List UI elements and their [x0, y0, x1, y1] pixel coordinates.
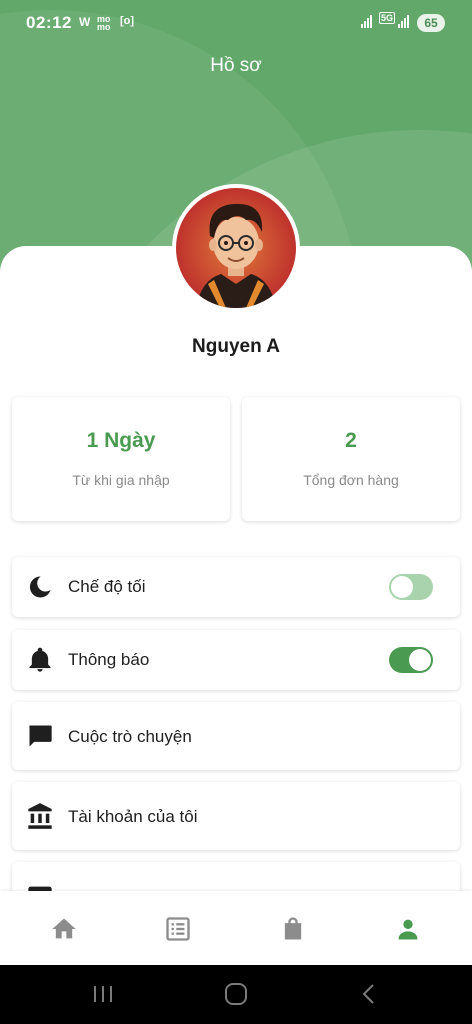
status-time: 02:12	[26, 13, 72, 32]
menu-item-chat[interactable]: Cuộc trò chuyện	[12, 702, 460, 770]
stat-card-orders: 2 Tổng đơn hàng	[242, 397, 460, 521]
dark-mode-toggle[interactable]	[389, 574, 433, 600]
notification-momo-icon: mo mo	[97, 14, 111, 32]
shopping-bag-icon[interactable]	[279, 915, 307, 943]
menu-item-my-account[interactable]: Tài khoản của tôi	[12, 782, 460, 850]
network-5g-icon: 5G	[379, 12, 396, 24]
menu-item-label: Tài khoản của tôi	[68, 807, 198, 826]
avatar-image	[176, 188, 296, 308]
battery-indicator: 65	[417, 14, 445, 32]
back-icon[interactable]	[356, 982, 382, 1006]
stat-value: 1 Ngày	[86, 429, 156, 452]
page-title: Hồ sơ	[210, 55, 262, 76]
home-system-icon[interactable]	[223, 982, 249, 1006]
stat-label: Từ khi gia nhập	[72, 472, 170, 488]
moon-icon	[29, 576, 51, 598]
notification-scan-icon: [o]	[120, 15, 135, 27]
notification-w-icon: W	[79, 15, 91, 29]
stat-label: Tổng đơn hàng	[303, 472, 399, 488]
bell-icon	[29, 647, 51, 672]
person-icon[interactable]	[394, 915, 422, 943]
list-icon[interactable]	[164, 915, 192, 943]
menu-item-label: Thông báo	[68, 650, 150, 669]
signal-icon	[361, 14, 372, 28]
status-bar: 02:12 W mo mo [o] 5G 65	[0, 0, 472, 48]
menu-item-label: Chế độ tối	[68, 577, 146, 596]
system-nav-bar	[0, 965, 472, 1024]
home-icon[interactable]	[50, 915, 78, 943]
menu-item-label: Cuộc trò chuyện	[68, 727, 192, 746]
chat-icon	[29, 725, 52, 747]
recent-apps-icon[interactable]	[90, 982, 116, 1006]
menu-item-dark-mode[interactable]: Chế độ tối	[12, 557, 460, 617]
menu-item-notifications[interactable]: Thông báo	[12, 630, 460, 690]
user-name: Nguyen A	[192, 336, 280, 357]
signal-icon-2	[398, 14, 409, 28]
stat-value: 2	[345, 429, 357, 452]
avatar[interactable]	[172, 184, 300, 312]
stat-card-joined: 1 Ngày Từ khi gia nhập	[12, 397, 230, 521]
bank-icon	[28, 803, 52, 829]
bottom-nav	[0, 891, 472, 965]
notifications-toggle[interactable]	[389, 647, 433, 673]
